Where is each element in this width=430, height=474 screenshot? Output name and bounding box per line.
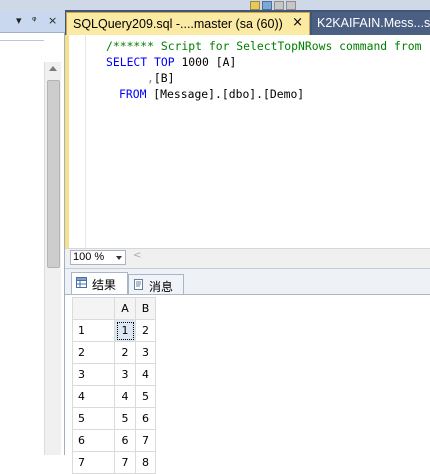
- grid-header-row: A B: [72, 297, 156, 320]
- change-margin: [65, 35, 69, 248]
- toolbar-icon[interactable]: [286, 1, 296, 10]
- column-header[interactable]: A: [114, 297, 136, 320]
- divider: [0, 40, 44, 41]
- grid-cell[interactable]: 4: [135, 363, 156, 386]
- row-number[interactable]: 4: [72, 385, 115, 408]
- row-number[interactable]: 2: [72, 341, 115, 364]
- table-row[interactable]: 2 2 3: [72, 341, 156, 364]
- code-text: [Message].[dbo].[Demo]: [146, 87, 305, 101]
- code-text: 1000 [A]: [174, 55, 237, 69]
- row-number[interactable]: 3: [72, 363, 115, 386]
- message-icon: [134, 279, 143, 290]
- tab-label: SQLQuery209.sql -....master (sa (60)): [73, 17, 283, 31]
- fold-margin: [85, 35, 86, 248]
- tab-results[interactable]: 结果: [71, 272, 128, 294]
- grid-cell[interactable]: 5: [135, 385, 156, 408]
- tab-sqlquery209[interactable]: SQLQuery209.sql -....master (sa (60)) ×: [66, 12, 310, 35]
- grid-cell[interactable]: 2: [135, 319, 156, 342]
- grid-cell[interactable]: 4: [114, 385, 136, 408]
- grid-cell[interactable]: 3: [135, 341, 156, 364]
- toolbar-icon[interactable]: [274, 1, 284, 10]
- code-line-2[interactable]: SELECT TOP 1000 [A]: [106, 54, 236, 70]
- keyword-top: TOP: [154, 55, 175, 69]
- code-text: [B]: [153, 71, 175, 85]
- scroll-up-icon[interactable]: [49, 66, 57, 71]
- comma-text: ,: [147, 71, 154, 85]
- tab-label: 消息: [149, 280, 174, 294]
- keyword-select: SELECT: [106, 55, 148, 69]
- pin-icon[interactable]: ᵠ: [32, 14, 37, 27]
- column-header[interactable]: B: [135, 297, 156, 320]
- row-number[interactable]: 5: [72, 407, 115, 430]
- code-line-4[interactable]: FROM [Message].[dbo].[Demo]: [119, 86, 304, 102]
- toolbar-icon[interactable]: [250, 1, 260, 10]
- zoom-select[interactable]: 100 %: [70, 250, 126, 265]
- grid-cell[interactable]: 1: [114, 319, 136, 342]
- grid-cell[interactable]: 6: [135, 407, 156, 430]
- grid-cell[interactable]: 6: [114, 429, 136, 452]
- vertical-scrollbar[interactable]: [44, 62, 61, 455]
- scrollbar-thumb[interactable]: [47, 80, 60, 268]
- table-row[interactable]: 5 5 6: [72, 407, 156, 430]
- row-number[interactable]: 6: [72, 429, 115, 452]
- object-explorer-header: ▾ ᵠ ×: [0, 10, 66, 33]
- keyword-from: FROM: [119, 87, 147, 101]
- tab-label: 结果: [92, 278, 117, 292]
- scroll-left-icon[interactable]: <: [133, 250, 141, 261]
- table-row[interactable]: 4 4 5: [72, 385, 156, 408]
- zoom-value: 100 %: [73, 251, 105, 263]
- close-icon[interactable]: ×: [48, 14, 57, 27]
- comment-text: /****** Script for SelectTopNRows comman…: [106, 39, 422, 53]
- toolbar-icon[interactable]: [262, 1, 272, 10]
- grid-corner[interactable]: [72, 297, 115, 320]
- grid-cell[interactable]: 5: [114, 407, 136, 430]
- code-line-3[interactable]: ,[B]: [147, 70, 174, 86]
- tab-messages[interactable]: 消息: [128, 274, 184, 294]
- table-row[interactable]: 1 1 2: [72, 319, 156, 342]
- tab-k2kaifain[interactable]: K2KAIFAIN.Mess...s: [312, 12, 430, 35]
- code-line-1[interactable]: /****** Script for SelectTopNRows comman…: [106, 38, 421, 54]
- grid-cell[interactable]: 2: [114, 341, 136, 364]
- close-icon[interactable]: ×: [292, 15, 303, 30]
- grid-cell[interactable]: 7: [135, 429, 156, 452]
- table-row[interactable]: 3 3 4: [72, 363, 156, 386]
- tab-label: K2KAIFAIN.Mess...s: [317, 16, 430, 30]
- chevron-down-icon: [116, 256, 122, 260]
- table-row[interactable]: 6 6 7: [72, 429, 156, 452]
- results-grid[interactable]: A B 1 1 2 2 2 3 3 3 4 4 4 5 5 5 6 6 6 7 …: [72, 297, 156, 474]
- grid-cell[interactable]: 3: [114, 363, 136, 386]
- row-number[interactable]: 1: [72, 319, 115, 342]
- dropdown-icon[interactable]: ▾: [16, 14, 22, 27]
- grid-icon: [76, 277, 87, 288]
